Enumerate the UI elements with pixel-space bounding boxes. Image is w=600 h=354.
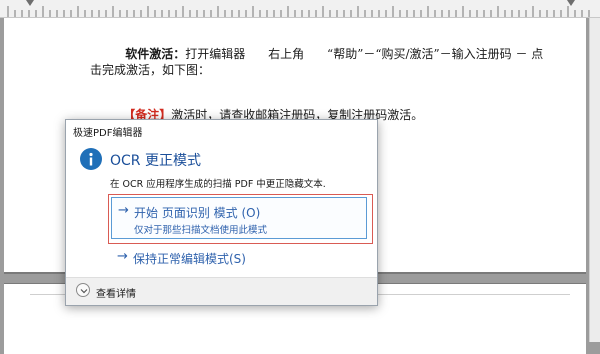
- info-icon: [80, 148, 102, 170]
- expand-details-button[interactable]: [76, 283, 90, 297]
- ruler-ticks: [7, 6, 590, 17]
- horizontal-ruler[interactable]: [0, 0, 600, 18]
- activation-steps: 打开编辑器 右上角 “帮助”－“购买/激活”－输入注册码 － 点: [185, 47, 544, 61]
- keep-normal-edit-button[interactable]: → 保持正常编辑模式(S): [111, 246, 367, 268]
- option2-label: 保持正常编辑模式(S): [133, 252, 246, 266]
- start-page-recognition-button[interactable]: → 开始 页面识别 模式 (O) 仅对于那些扫描文档使用此模式: [111, 197, 367, 239]
- chevron-down-icon: [80, 289, 88, 294]
- activation-label: 软件激活：: [125, 47, 186, 61]
- view-details-link[interactable]: 查看详情: [96, 285, 136, 300]
- right-indent-marker[interactable]: [567, 0, 575, 6]
- left-indent-marker[interactable]: [26, 0, 34, 6]
- dialog-title: 极速PDF编辑器: [73, 128, 143, 139]
- vertical-scrollbar[interactable]: [589, 18, 600, 342]
- dialog-heading: OCR 更正模式: [110, 153, 201, 169]
- arrow-right-icon: →: [117, 249, 128, 264]
- dialog-footer: 查看详情: [66, 277, 377, 305]
- option1-sublabel: 仅对于那些扫描文档使用此模式: [134, 225, 268, 236]
- arrow-right-icon: →: [118, 203, 129, 218]
- dialog-description: 在 OCR 应用程序生成的扫描 PDF 中更正隐藏文本.: [110, 179, 326, 190]
- doc-line-complete: 击完成激活，如下图：: [90, 63, 211, 77]
- option1-label: 开始 页面识别 模式 (O): [134, 206, 261, 220]
- ocr-correction-dialog: 极速PDF编辑器 OCR 更正模式 在 OCR 应用程序生成的扫描 PDF 中更…: [65, 119, 378, 306]
